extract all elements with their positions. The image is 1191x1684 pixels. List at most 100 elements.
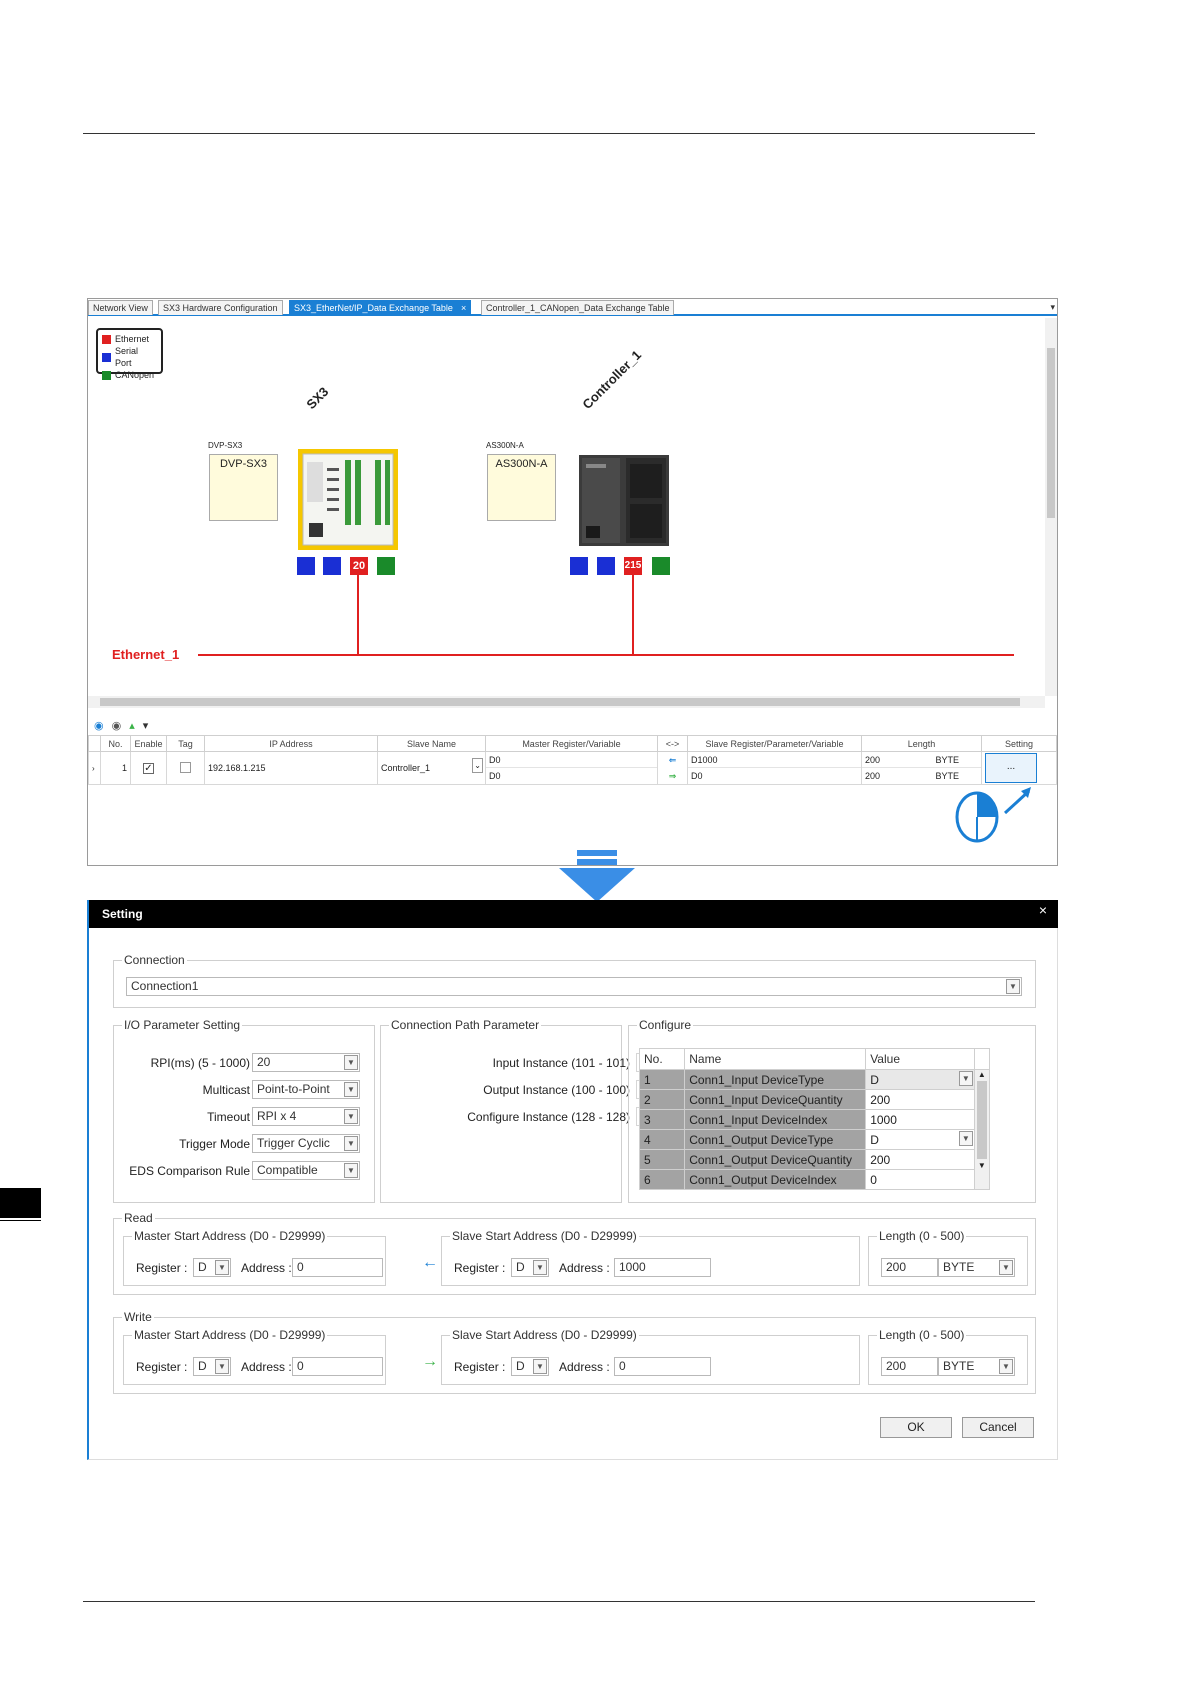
write-unit-select[interactable]: BYTE ▼	[938, 1357, 1015, 1376]
write-slave-address-input[interactable]: 0	[614, 1357, 711, 1376]
cell-ip-address[interactable]: 192.168.1.215	[204, 751, 378, 785]
tab-network-view[interactable]: Network View	[88, 300, 153, 315]
col-ip-address: IP Address	[204, 735, 378, 752]
port-ethernet-sx3[interactable]: 20	[350, 557, 368, 575]
read-length-input[interactable]: 200	[881, 1258, 938, 1277]
cell-no: 1	[638, 1069, 686, 1090]
read-slave-address-input[interactable]: 1000	[614, 1258, 711, 1277]
configure-instance-label: Configure Instance (128 - 128)	[467, 1110, 630, 1124]
port-ethernet-ctrl[interactable]: 215	[624, 557, 642, 575]
chevron-down-icon[interactable]: ▼	[215, 1359, 229, 1374]
table-row[interactable]: 6 Conn1_Output DeviceIndex 0	[638, 1169, 990, 1190]
eds-comparison-select[interactable]: Compatible ▼	[252, 1161, 360, 1180]
footer-rule	[83, 1601, 1035, 1602]
chevron-down-icon[interactable]: ▼	[344, 1082, 358, 1097]
plc-sx3-image[interactable]	[297, 448, 399, 551]
chevron-down-icon[interactable]: ▼	[999, 1359, 1013, 1374]
trigger-mode-select[interactable]: Trigger Cyclic ▼	[252, 1134, 360, 1153]
chevron-down-icon[interactable]: ▼	[999, 1260, 1013, 1275]
cell-value[interactable]: 200	[865, 1149, 975, 1170]
vertical-scrollbar[interactable]	[1045, 318, 1057, 696]
device-box-as300n-a[interactable]: AS300N-A	[487, 454, 556, 521]
cell-enable: ✓	[130, 751, 167, 785]
delete-connection-icon[interactable]: ◉	[112, 719, 122, 732]
col-tag: Tag	[166, 735, 205, 752]
scroll-up-icon[interactable]: ▲	[975, 1070, 989, 1079]
table-row[interactable]: › 1 ✓ 192.168.1.215 Controller_1 ⌄ D0 D0 ⇐…	[88, 751, 1057, 785]
plc-as300-image[interactable]	[578, 454, 670, 547]
chevron-down-icon[interactable]: ▼	[533, 1359, 547, 1374]
device-type-label-ctrl: AS300N-A	[486, 441, 524, 450]
chevron-down-icon[interactable]: ▼	[1006, 979, 1020, 994]
cell-slave-register[interactable]: D1000 D0	[687, 751, 862, 785]
configure-table-wrap: No. Name Value 1 Conn1_Input DeviceType …	[628, 1018, 1036, 1203]
cell-no: 1	[100, 751, 131, 785]
write-length-input[interactable]: 200	[881, 1357, 938, 1376]
move-down-icon[interactable]: ▾	[143, 719, 149, 732]
port-canopen-sx3[interactable]	[377, 557, 395, 575]
mouse-click-icon	[955, 787, 1031, 843]
cancel-button[interactable]: Cancel	[962, 1417, 1034, 1438]
table-row[interactable]: 2 Conn1_Input DeviceQuantity 200	[638, 1089, 990, 1110]
table-row[interactable]: 3 Conn1_Input DeviceIndex 1000	[638, 1109, 990, 1130]
multicast-select[interactable]: Point-to-Point ▼	[252, 1080, 360, 1099]
write-slave-register-select[interactable]: D ▼	[511, 1357, 549, 1376]
cell-value[interactable]: 200	[865, 1089, 975, 1110]
chevron-down-icon[interactable]: ▼	[958, 1071, 973, 1086]
enable-checkbox[interactable]: ✓	[143, 762, 154, 774]
chevron-down-icon[interactable]: ▼	[215, 1260, 229, 1275]
port-serial-2-sx3[interactable]	[323, 557, 341, 575]
close-icon[interactable]: ×	[1039, 902, 1047, 918]
table-row[interactable]: 5 Conn1_Output DeviceQuantity 200	[638, 1149, 990, 1170]
cell-value[interactable]: 0	[865, 1169, 975, 1190]
tag-checkbox[interactable]	[180, 761, 191, 773]
tab-dropdown-icon[interactable]: ▾	[1050, 302, 1055, 313]
table-row[interactable]: 4 Conn1_Output DeviceType D ▼	[638, 1129, 990, 1150]
scroll-thumb[interactable]	[1047, 348, 1055, 518]
cell-master-register[interactable]: D0 D0	[485, 751, 658, 785]
cell-value[interactable]: D ▼	[865, 1069, 975, 1090]
read-address-input[interactable]: 0	[292, 1258, 383, 1277]
move-up-icon[interactable]: ▴	[129, 719, 135, 732]
timeout-select[interactable]: RPI x 4 ▼	[252, 1107, 360, 1126]
cell-value[interactable]: D ▼	[865, 1129, 975, 1150]
cell-value[interactable]: 1000	[865, 1109, 975, 1130]
chevron-down-icon[interactable]: ▼	[344, 1136, 358, 1151]
chevron-down-icon[interactable]: ⌄	[472, 758, 483, 773]
chevron-down-icon[interactable]: ▼	[533, 1260, 547, 1275]
port-serial-2-ctrl[interactable]	[597, 557, 615, 575]
chevron-down-icon[interactable]: ▼	[344, 1163, 358, 1178]
add-connection-icon[interactable]: ◉	[94, 719, 104, 732]
scroll-thumb[interactable]	[100, 698, 1020, 706]
tab-sx3-hardware-configuration[interactable]: SX3 Hardware Configuration	[158, 300, 283, 315]
scroll-down-icon[interactable]: ▼	[975, 1161, 989, 1170]
write-register-select[interactable]: D ▼	[193, 1357, 231, 1376]
read-slave-register-select[interactable]: D ▼	[511, 1258, 549, 1277]
tab-controller-canopen-data-exchange[interactable]: Controller_1_CANopen_Data Exchange Table	[481, 300, 675, 315]
table-row[interactable]: 1 Conn1_Input DeviceType D ▼ ▲ ▼	[638, 1069, 991, 1190]
scroll-thumb[interactable]	[976, 1081, 987, 1159]
port-serial-1-sx3[interactable]	[297, 557, 315, 575]
read-legend: Read	[124, 1211, 153, 1225]
port-serial-1-ctrl[interactable]	[570, 557, 588, 575]
horizontal-scrollbar[interactable]	[88, 696, 1045, 708]
read-register-select[interactable]: D ▼	[193, 1258, 231, 1277]
device-box-dvp-sx3[interactable]: DVP-SX3	[209, 454, 278, 521]
cell-name: Conn1_Output DeviceType	[684, 1129, 867, 1150]
port-canopen-ctrl[interactable]	[652, 557, 670, 575]
chevron-down-icon[interactable]: ▼	[344, 1055, 358, 1070]
cell-slave-name[interactable]: Controller_1 ⌄	[377, 751, 486, 785]
chevron-down-icon[interactable]: ▼	[344, 1109, 358, 1124]
ok-button[interactable]: OK	[880, 1417, 952, 1438]
chevron-down-icon[interactable]: ▼	[958, 1131, 973, 1146]
connection-select[interactable]: Connection1 ▼	[126, 977, 1022, 996]
configure-scrollbar[interactable]: ▲ ▼	[973, 1069, 991, 1190]
col-master-register: Master Register/Variable	[485, 735, 658, 752]
write-address-input[interactable]: 0	[292, 1357, 383, 1376]
close-icon[interactable]: ×	[461, 303, 466, 313]
ethernet-bus-line[interactable]	[198, 654, 1014, 656]
read-unit-select[interactable]: BYTE ▼	[938, 1258, 1015, 1277]
rpi-input[interactable]: 20 ▼	[252, 1053, 360, 1072]
device-type-label-sx3: DVP-SX3	[208, 441, 243, 450]
tab-sx3-ethernetip-data-exchange[interactable]: SX3_EtherNet/IP_Data Exchange Table ×	[289, 300, 472, 315]
